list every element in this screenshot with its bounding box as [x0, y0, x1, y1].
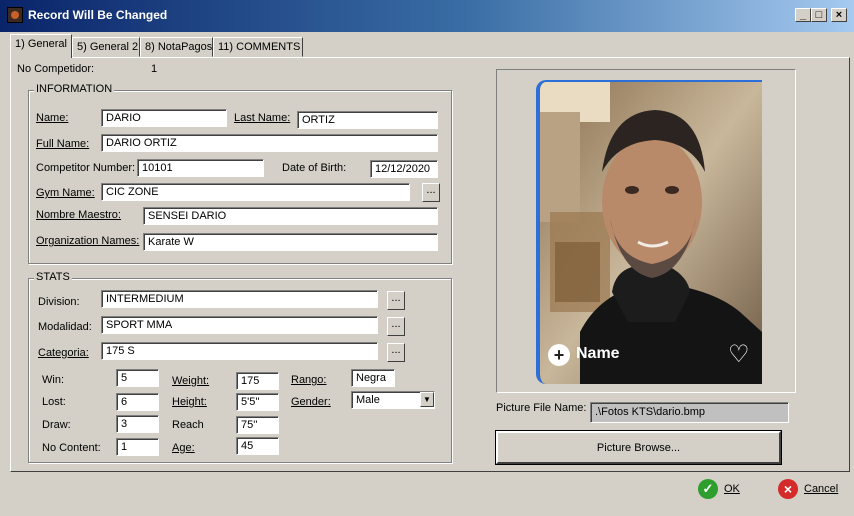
categoria-label: Categoria: [38, 347, 89, 359]
categoria-field[interactable]: 175 S [101, 342, 378, 360]
division-browse-button[interactable]: ... [387, 291, 405, 310]
height-field[interactable]: 5'5'' [236, 393, 279, 411]
organization-names-label: Organization Names: [36, 235, 140, 247]
win-label: Win: [42, 374, 64, 386]
draw-label: Draw: [42, 419, 71, 431]
gender-label: Gender: [291, 396, 331, 408]
full-name-label: Full Name: [36, 138, 90, 150]
no-content-label: No Content: [42, 442, 101, 454]
division-field[interactable]: INTERMEDIUM [101, 290, 378, 308]
competitor-number-field[interactable]: 10101 [137, 159, 264, 177]
last-name-field[interactable]: ORTIZ [297, 111, 438, 129]
tab-comments[interactable]: 11) COMMENTS [213, 37, 303, 57]
organization-names-field[interactable]: Karate W [143, 233, 438, 251]
gym-name-field[interactable]: CIC ZONE [101, 183, 410, 201]
modalidad-field[interactable]: SPORT MMA [101, 316, 378, 334]
modalidad-label: Modalidad: [38, 321, 92, 333]
stats-legend: STATS [34, 271, 72, 283]
age-label: Age: [172, 442, 195, 454]
last-name-label: Last Name: [234, 112, 291, 124]
height-label: Height: [172, 396, 207, 408]
competitor-photo[interactable]: + Name ♡ [536, 80, 762, 384]
photo-name-overlay: Name [576, 345, 620, 362]
weight-field[interactable]: 175 [236, 372, 279, 390]
window-title: Record Will Be Changed [28, 8, 168, 22]
draw-field[interactable]: 3 [116, 415, 159, 433]
gender-select-value: Male [356, 394, 380, 406]
rango-label: Rango: [291, 374, 327, 386]
rango-field[interactable]: Negra [351, 369, 395, 387]
categoria-browse-button[interactable]: ... [387, 343, 405, 362]
nombre-maestro-field[interactable]: SENSEI DARIO [143, 207, 438, 225]
plus-icon[interactable]: + [548, 344, 570, 366]
reach-field[interactable]: 75'' [236, 416, 279, 434]
competitor-number-label: Competitor Number: [36, 162, 136, 174]
gym-name-label: Gym Name: [36, 187, 95, 199]
lost-field[interactable]: 6 [116, 393, 159, 411]
tab-general[interactable]: 1) General [10, 34, 72, 58]
full-name-field[interactable]: DARIO ORTIZ [101, 134, 438, 152]
competitor-no-value: 1 [151, 63, 158, 75]
competitor-no-label: No Competidor: [17, 63, 95, 75]
ok-button[interactable]: ✓ OK [698, 479, 740, 499]
picture-file-field[interactable]: .\Fotos KTS\dario.bmp [590, 402, 789, 423]
date-of-birth-field[interactable]: 12/12/2020 [370, 160, 438, 178]
gender-select[interactable]: Male ▼ [351, 391, 435, 409]
heart-icon[interactable]: ♡ [728, 340, 750, 369]
cancel-label: Cancel [804, 483, 839, 495]
age-field[interactable]: 45 [236, 437, 279, 455]
check-icon: ✓ [698, 479, 718, 499]
name-field[interactable]: DARIO [101, 109, 227, 127]
maximize-button[interactable]: □ [811, 8, 827, 22]
division-label: Division: [38, 296, 80, 308]
ok-label: OK [724, 483, 740, 495]
gym-name-browse-button[interactable]: ... [422, 183, 440, 202]
x-icon: × [778, 479, 798, 499]
cancel-button[interactable]: × Cancel [778, 479, 838, 499]
modalidad-browse-button[interactable]: ... [387, 317, 405, 336]
picture-file-label: Picture File Name: [496, 402, 587, 414]
picture-browse-button[interactable]: Picture Browse... [495, 430, 782, 465]
minimize-button[interactable]: _ [795, 8, 811, 22]
date-of-birth-label: Date of Birth: [282, 162, 347, 174]
app-icon [7, 7, 23, 23]
close-button[interactable]: × [831, 8, 847, 22]
weight-label: Weight: [172, 375, 210, 387]
information-legend: INFORMATION [34, 83, 115, 95]
tab-notapagos[interactable]: 8) NotaPagos [140, 37, 213, 57]
name-label: Name: [36, 112, 69, 124]
nombre-maestro-label: Nombre Maestro: [36, 209, 121, 221]
tab-general-2[interactable]: 5) General 2 [72, 37, 140, 57]
reach-label: Reach [172, 419, 204, 431]
lost-label: Lost: [42, 396, 66, 408]
no-content-field[interactable]: 1 [116, 438, 159, 456]
chevron-down-icon[interactable]: ▼ [420, 392, 434, 407]
win-field[interactable]: 5 [116, 369, 159, 387]
